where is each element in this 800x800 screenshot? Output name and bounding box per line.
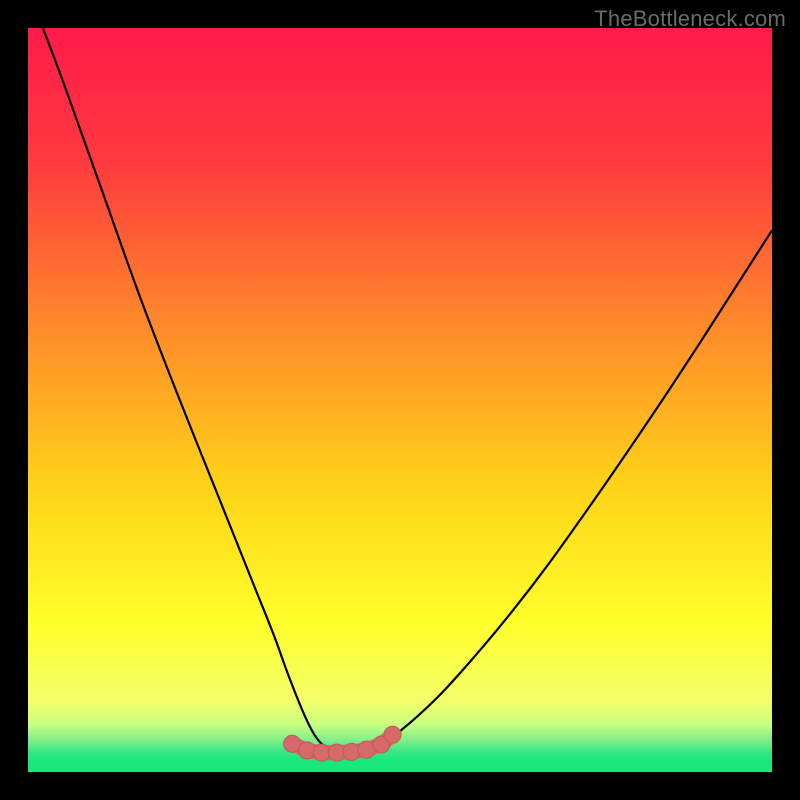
valley-dot xyxy=(343,743,360,760)
gradient-background xyxy=(28,28,772,772)
plot-area xyxy=(28,28,772,772)
watermark-text: TheBottleneck.com xyxy=(594,6,786,32)
valley-dot xyxy=(299,742,316,759)
bottleneck-chart xyxy=(28,28,772,772)
chart-frame: TheBottleneck.com xyxy=(0,0,800,800)
valley-dot xyxy=(384,726,401,743)
